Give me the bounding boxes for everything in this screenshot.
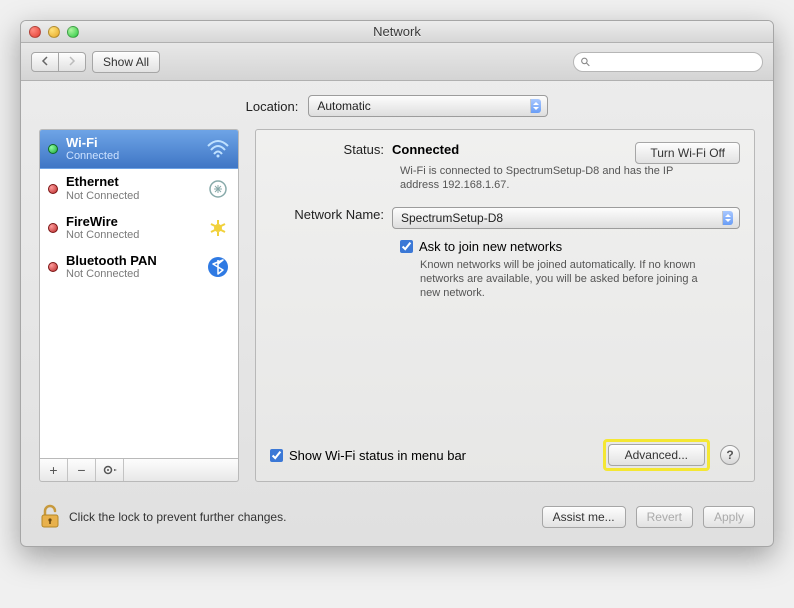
status-value: Connected — [392, 142, 625, 157]
sidebar-item-firewire[interactable]: FireWire Not Connected — [40, 209, 238, 248]
network-name-value: SpectrumSetup-D8 — [401, 211, 503, 225]
location-label: Location: — [246, 99, 299, 114]
action-menu-button[interactable] — [96, 459, 124, 481]
status-dot-icon — [48, 223, 58, 233]
search-input[interactable] — [595, 56, 756, 68]
chevron-right-icon — [67, 56, 77, 66]
sidebar-item-status: Not Connected — [66, 268, 196, 280]
toolbar: Show All — [21, 43, 773, 81]
show-wifi-menubar-checkbox[interactable]: Show Wi-Fi status in menu bar — [270, 448, 466, 463]
chevron-left-icon — [40, 56, 50, 66]
bluetooth-icon — [204, 255, 232, 279]
lock-area[interactable]: Click the lock to prevent further change… — [39, 504, 286, 530]
service-list[interactable]: Wi-Fi Connected Ethernet Not Connected — [39, 129, 239, 459]
status-dot-icon — [48, 144, 58, 154]
show-wifi-menubar-input[interactable] — [270, 449, 283, 462]
sidebar-item-ethernet[interactable]: Ethernet Not Connected — [40, 169, 238, 208]
sidebar-item-label: FireWire — [66, 215, 196, 229]
network-name-label: Network Name: — [270, 207, 392, 229]
forward-button[interactable] — [59, 52, 86, 72]
sidebar-item-status: Not Connected — [66, 190, 196, 202]
nav-segment — [31, 52, 86, 72]
close-icon[interactable] — [29, 26, 41, 38]
show-all-button[interactable]: Show All — [92, 51, 160, 73]
gear-icon — [102, 464, 118, 476]
lock-icon — [39, 504, 61, 530]
add-service-button[interactable]: + — [40, 459, 68, 481]
search-field[interactable] — [573, 52, 763, 72]
location-row: Location: Automatic — [39, 95, 755, 117]
content-area: Location: Automatic Wi-Fi Connected — [21, 81, 773, 492]
advanced-button[interactable]: Advanced... — [608, 444, 705, 466]
footer: Click the lock to prevent further change… — [21, 492, 773, 546]
firewire-icon — [204, 216, 232, 240]
network-name-popup[interactable]: SpectrumSetup-D8 — [392, 207, 740, 229]
sidebar-item-label: Bluetooth PAN — [66, 254, 196, 268]
search-icon — [580, 56, 591, 68]
sidebar: Wi-Fi Connected Ethernet Not Connected — [39, 129, 239, 482]
turn-wifi-off-button[interactable]: Turn Wi-Fi Off — [635, 142, 740, 164]
show-wifi-menubar-label: Show Wi-Fi status in menu bar — [289, 448, 466, 463]
ask-to-join-description: Known networks will be joined automatica… — [420, 258, 700, 301]
sidebar-item-status: Not Connected — [66, 229, 196, 241]
help-button[interactable]: ? — [720, 445, 740, 465]
lock-text: Click the lock to prevent further change… — [69, 510, 286, 524]
titlebar[interactable]: Network — [21, 21, 773, 43]
apply-button[interactable]: Apply — [703, 506, 755, 528]
advanced-highlight: Advanced... — [603, 439, 710, 471]
ask-to-join-label: Ask to join new networks — [419, 239, 562, 254]
service-list-footer: + − — [39, 459, 239, 482]
sidebar-item-label: Wi-Fi — [66, 136, 196, 150]
bottom-row: Show Wi-Fi status in menu bar Advanced..… — [270, 439, 740, 471]
detail-panel: Status: Connected Turn Wi-Fi Off Wi-Fi i… — [255, 129, 755, 482]
remove-service-button[interactable]: − — [68, 459, 96, 481]
zoom-icon[interactable] — [67, 26, 79, 38]
location-popup[interactable]: Automatic — [308, 95, 548, 117]
network-preferences-window: Network Show All Location: Automatic — [20, 20, 774, 547]
location-value: Automatic — [317, 99, 370, 113]
status-description: Wi-Fi is connected to SpectrumSetup-D8 a… — [400, 164, 680, 193]
columns: Wi-Fi Connected Ethernet Not Connected — [39, 129, 755, 482]
sidebar-item-label: Ethernet — [66, 175, 196, 189]
status-dot-icon — [48, 262, 58, 272]
window-title: Network — [21, 24, 773, 39]
status-label: Status: — [270, 142, 392, 157]
ask-to-join-input[interactable] — [400, 240, 413, 253]
ask-to-join-checkbox[interactable]: Ask to join new networks — [400, 239, 740, 254]
window-controls — [29, 26, 79, 38]
sidebar-item-status: Connected — [66, 150, 196, 162]
revert-button[interactable]: Revert — [636, 506, 693, 528]
back-button[interactable] — [31, 52, 59, 72]
status-row: Status: Connected Turn Wi-Fi Off — [270, 142, 740, 164]
assist-me-button[interactable]: Assist me... — [542, 506, 626, 528]
footer-buttons: Assist me... Revert Apply — [542, 506, 755, 528]
wifi-icon — [204, 137, 232, 161]
ethernet-icon — [204, 177, 232, 201]
status-dot-icon — [48, 184, 58, 194]
sidebar-item-bluetooth-pan[interactable]: Bluetooth PAN Not Connected — [40, 248, 238, 287]
sidebar-item-wifi[interactable]: Wi-Fi Connected — [40, 130, 238, 169]
minimize-icon[interactable] — [48, 26, 60, 38]
network-name-row: Network Name: SpectrumSetup-D8 — [270, 207, 740, 229]
